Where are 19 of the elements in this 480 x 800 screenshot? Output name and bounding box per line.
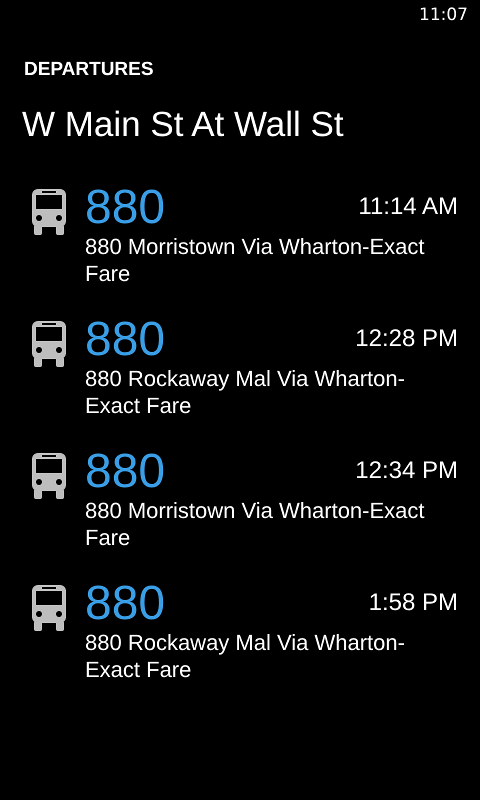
route-description: 880 Rockaway Mal Via Wharton-Exact Fare: [85, 629, 406, 683]
departure-time: 12:34 PM: [355, 457, 458, 485]
departure-time: 12:28 PM: [355, 325, 458, 353]
route-number[interactable]: 880: [85, 315, 166, 365]
bus-icon: [30, 189, 68, 235]
status-time: 11:07: [419, 5, 468, 27]
departure-time: 11:14 AM: [358, 193, 458, 221]
stop-name: W Main St At Wall St: [22, 105, 345, 145]
route-description: 880 Rockaway Mal Via Wharton-Exact Fare: [85, 365, 406, 419]
route-description: 880 Morristown Via Wharton-Exact Fare: [85, 233, 426, 287]
app-title: DEPARTURES: [24, 59, 154, 81]
bus-icon: [30, 585, 68, 631]
route-number[interactable]: 880: [85, 447, 166, 497]
bus-icon: [30, 453, 68, 499]
departure-time: 1:58 PM: [368, 589, 458, 617]
bus-icon: [30, 321, 68, 367]
route-number[interactable]: 880: [85, 579, 166, 629]
route-description: 880 Morristown Via Wharton-Exact Fare: [85, 497, 426, 551]
route-number[interactable]: 880: [85, 183, 166, 233]
